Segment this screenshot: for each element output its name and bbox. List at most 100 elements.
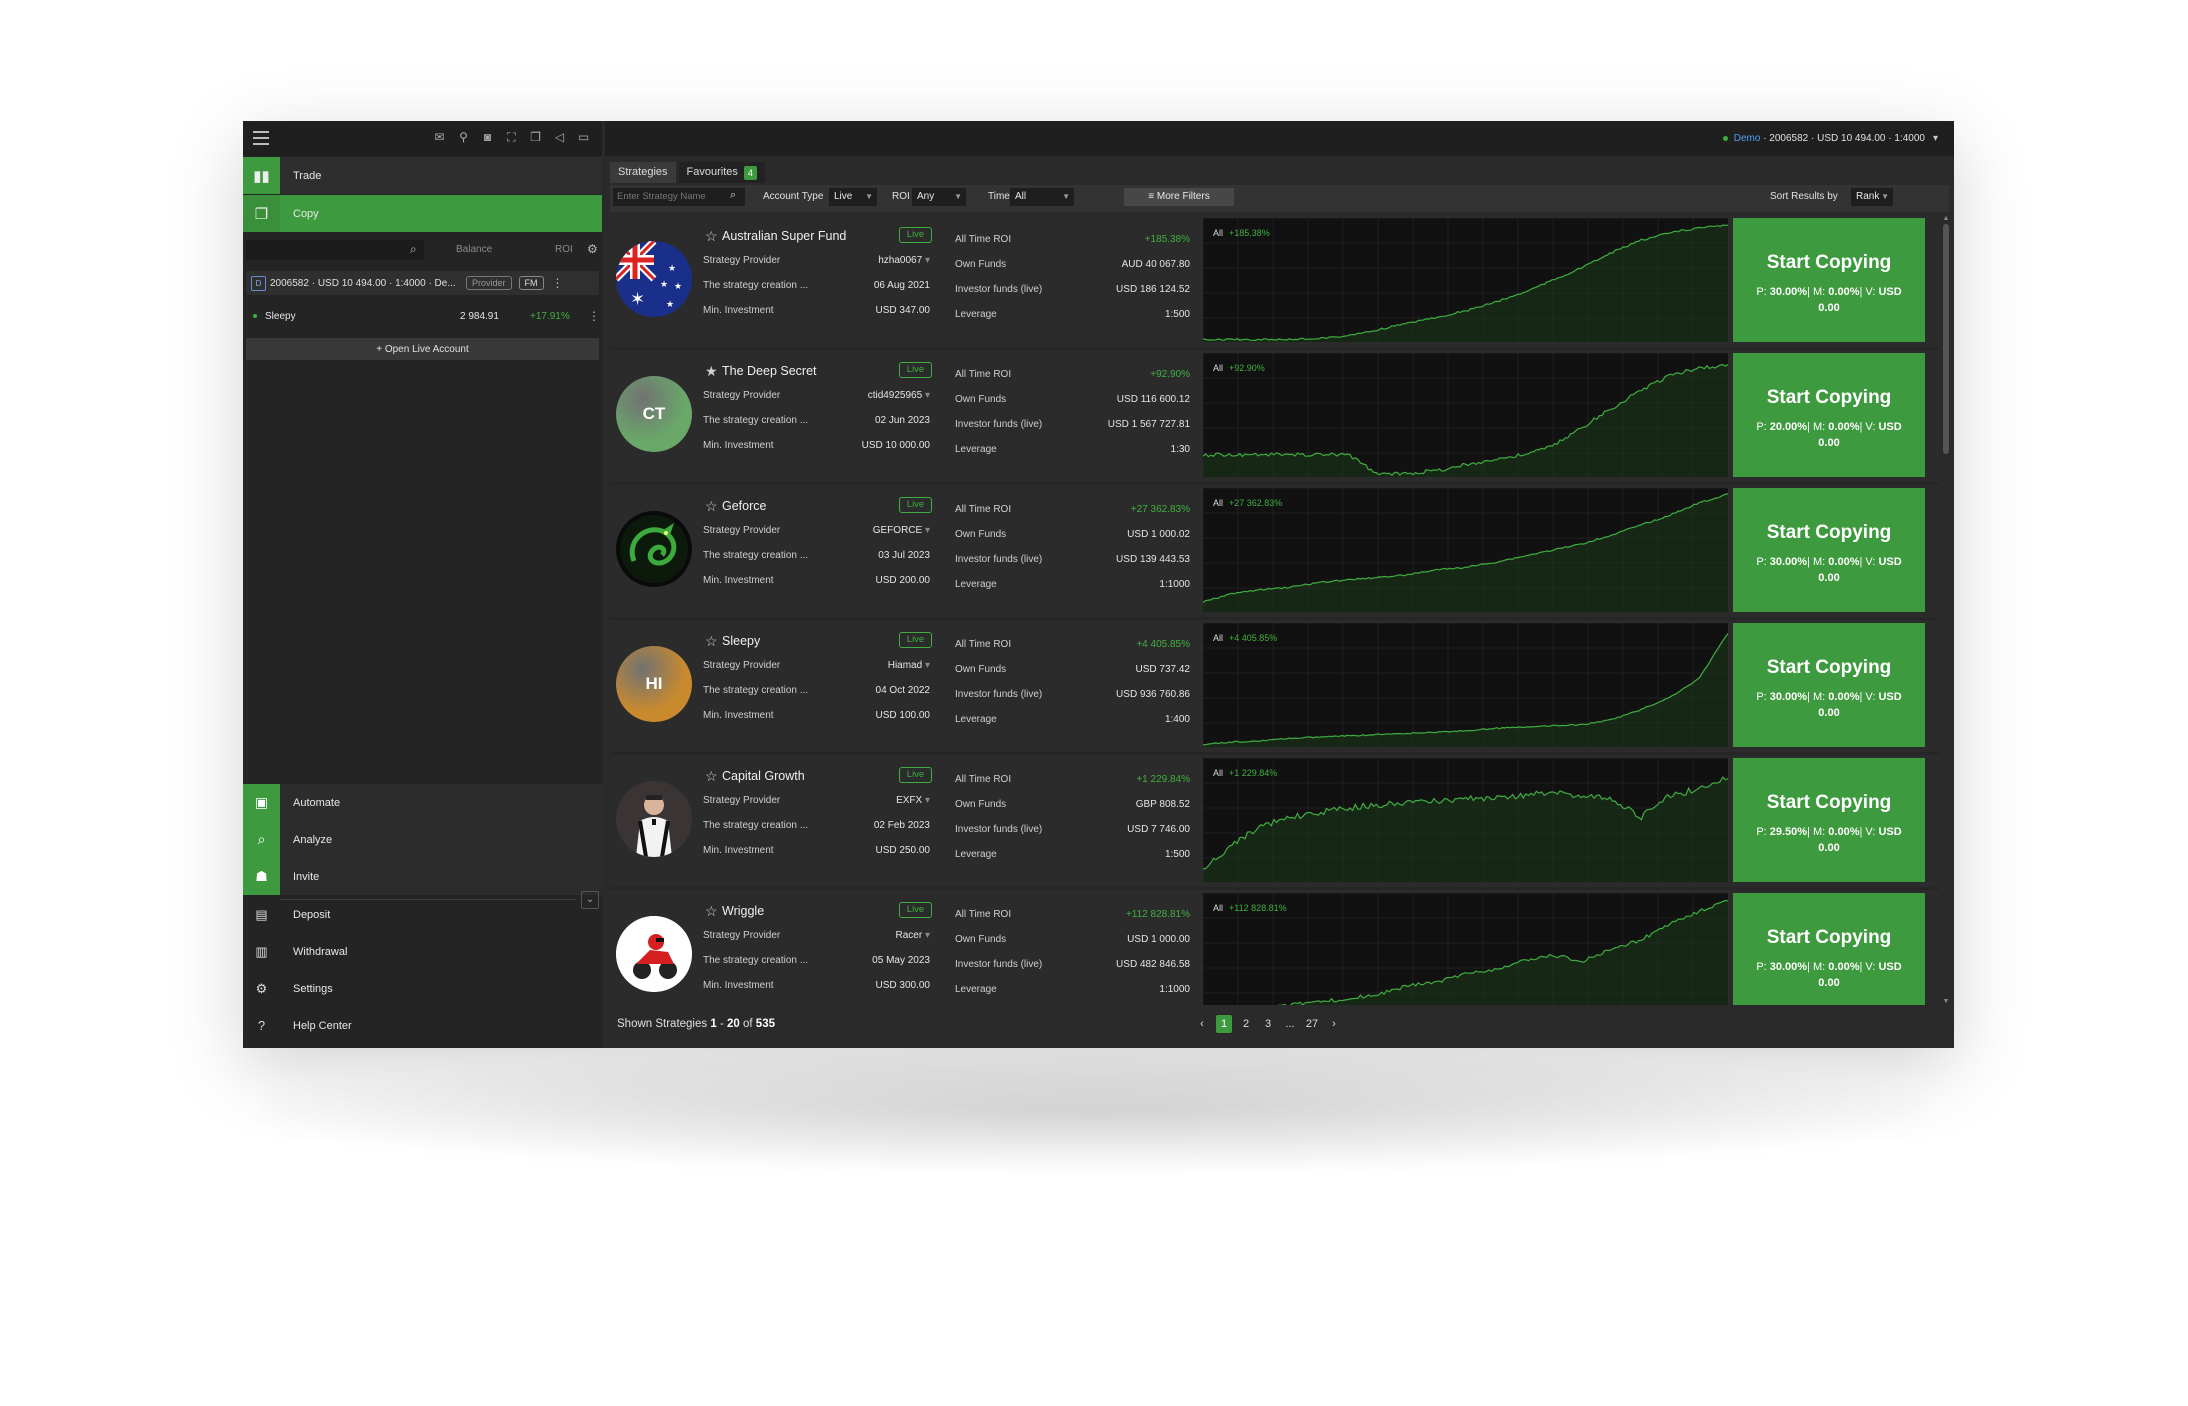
- strategy-card[interactable]: ✶ ★ ★ ★ ★ ☆ Australian Super Fund Live S…: [610, 215, 1939, 350]
- scrollbar[interactable]: ▲ ▼: [1942, 215, 1950, 1005]
- fm-button[interactable]: FM: [518, 276, 544, 290]
- strategy-name[interactable]: Capital Growth: [722, 769, 805, 783]
- time-select[interactable]: All ▼: [1010, 188, 1074, 206]
- gear-icon[interactable]: ⚙: [587, 242, 598, 256]
- nav-copy[interactable]: ❐ Copy: [243, 195, 602, 232]
- provider-value[interactable]: Racer ▾: [896, 930, 931, 941]
- strategy-card[interactable]: CT ★ The Deep Secret Live Strategy Provi…: [610, 350, 1939, 485]
- fullscreen-icon[interactable]: ⛶: [503, 130, 520, 145]
- nav-deposit-label: Deposit: [293, 908, 331, 921]
- language-icon[interactable]: ▭: [575, 130, 592, 145]
- provider-value[interactable]: GEFORCE ▾: [873, 525, 930, 536]
- roi-value: +4 405.85%: [1136, 639, 1190, 650]
- nav-deposit[interactable]: ▤ Deposit: [243, 896, 602, 933]
- strategy-name[interactable]: Geforce: [722, 499, 766, 513]
- scroll-up-icon[interactable]: ▲: [1942, 215, 1950, 222]
- start-copying-button[interactable]: Start Copying P: 29.50%| M: 0.00%| V: US…: [1733, 758, 1925, 882]
- equity-chart[interactable]: All +1 229.84%: [1202, 757, 1729, 882]
- page-3-button[interactable]: 3: [1260, 1015, 1276, 1033]
- scroll-down-icon[interactable]: ▼: [1942, 998, 1950, 1005]
- network-icon[interactable]: ⚲: [455, 130, 472, 145]
- page-27-button[interactable]: 27: [1304, 1015, 1320, 1033]
- sidebar-search-row: ⌕ Balance ROI ⚙: [246, 240, 598, 260]
- equity-chart[interactable]: All +185.38%: [1202, 217, 1729, 342]
- equity-chart[interactable]: All +92.90%: [1202, 352, 1729, 477]
- nav-withdrawal[interactable]: ▥ Withdrawal: [243, 933, 602, 970]
- page-2-button[interactable]: 2: [1238, 1015, 1254, 1033]
- chart-roi: +27 362.83%: [1229, 498, 1283, 508]
- provider-value[interactable]: ctid4925965 ▾: [868, 390, 930, 401]
- provider-name: GEFORCE: [872, 525, 923, 536]
- more-options-icon[interactable]: ⋮: [588, 309, 600, 323]
- strategy-name[interactable]: Australian Super Fund: [722, 229, 846, 243]
- nav-trade[interactable]: ▮▮ Trade: [243, 157, 602, 194]
- account-row[interactable]: D 2006582 · USD 10 494.00 · 1:4000 · De.…: [246, 271, 599, 295]
- nav-automate[interactable]: ▣ Automate: [243, 784, 602, 821]
- camera-icon[interactable]: ◙: [479, 130, 496, 145]
- start-copying-button[interactable]: Start Copying P: 30.00%| M: 0.00%| V: US…: [1733, 488, 1925, 612]
- strategy-card[interactable]: ☆ Wriggle Live Strategy Provider Racer ▾…: [610, 890, 1939, 1005]
- strategy-name[interactable]: The Deep Secret: [722, 364, 817, 378]
- sidebar-search-input[interactable]: [246, 240, 424, 260]
- page-1-button[interactable]: 1: [1216, 1015, 1232, 1033]
- strategy-name[interactable]: Wriggle: [722, 904, 764, 918]
- star-filled-icon[interactable]: ★: [705, 363, 718, 380]
- nav-automate-label: Automate: [293, 796, 341, 809]
- account-selector[interactable]: Demo · 2006582 · USD 10 494.00 · 1:4000 ▾: [1722, 133, 1938, 144]
- strategy-card[interactable]: ☆ Capital Growth Live Strategy Provider …: [610, 755, 1939, 890]
- star-outline-icon[interactable]: ☆: [705, 768, 718, 785]
- chevron-right-icon[interactable]: ›: [1326, 1015, 1342, 1033]
- svg-text:★: ★: [668, 264, 676, 274]
- nav-help-center[interactable]: ? Help Center: [243, 1007, 602, 1044]
- mail-icon[interactable]: ✉: [431, 130, 448, 145]
- star-outline-icon[interactable]: ☆: [705, 498, 718, 515]
- chevron-down-icon[interactable]: ⌄: [581, 891, 599, 909]
- balance-column-header[interactable]: Balance: [456, 244, 492, 255]
- copied-strategy-row[interactable]: Sleepy 2 984.91 +17.91% ⋮: [246, 307, 600, 327]
- strategy-name[interactable]: Sleepy: [722, 634, 760, 648]
- roi-select[interactable]: Any ▼: [912, 188, 966, 206]
- start-copying-button[interactable]: Start Copying P: 30.00%| M: 0.00%| V: US…: [1733, 218, 1925, 342]
- start-copying-button[interactable]: Start Copying P: 20.00%| M: 0.00%| V: US…: [1733, 353, 1925, 477]
- equity-chart[interactable]: All +27 362.83%: [1202, 487, 1729, 612]
- open-live-account-button[interactable]: + Open Live Account: [246, 338, 599, 360]
- nav-settings[interactable]: ⚙ Settings: [243, 970, 602, 1007]
- scrollbar-thumb[interactable]: [1943, 224, 1949, 454]
- tab-favourites[interactable]: Favourites 4: [678, 162, 765, 183]
- star-outline-icon[interactable]: ☆: [705, 228, 718, 245]
- sort-select[interactable]: Rank ▼: [1851, 188, 1893, 206]
- creation-row: The strategy creation ... 06 Aug 2021: [703, 280, 930, 294]
- provider-value[interactable]: EXFX ▾: [896, 795, 930, 806]
- investor-funds-row: Investor funds (live) USD 936 760.86: [955, 689, 1190, 703]
- provider-value[interactable]: Hiamad ▾: [888, 660, 930, 671]
- account-type-select[interactable]: Live ▼: [829, 188, 877, 206]
- more-filters-button[interactable]: ≡ More Filters: [1124, 188, 1234, 206]
- search-icon[interactable]: ⌕: [730, 189, 736, 202]
- tab-strategies[interactable]: Strategies: [610, 162, 676, 183]
- more-options-icon[interactable]: ⋮: [552, 276, 564, 290]
- equity-chart[interactable]: All +4 405.85%: [1202, 622, 1729, 747]
- chevron-left-icon[interactable]: ‹: [1194, 1015, 1210, 1033]
- strategy-card[interactable]: ☆ Geforce Live Strategy Provider GEFORCE…: [610, 485, 1939, 620]
- star-outline-icon[interactable]: ☆: [705, 633, 718, 650]
- provider-button[interactable]: Provider: [466, 276, 512, 290]
- strategy-card[interactable]: HI ☆ Sleepy Live Strategy Provider Hiama…: [610, 620, 1939, 755]
- start-copying-button[interactable]: Start Copying P: 30.00%| M: 0.00%| V: US…: [1733, 893, 1925, 1005]
- roi-column-header[interactable]: ROI: [555, 244, 573, 255]
- investor-funds-row: Investor funds (live) USD 482 846.58: [955, 959, 1190, 973]
- strategy-search-input[interactable]: Enter Strategy Name: [613, 188, 745, 206]
- start-copying-button[interactable]: Start Copying P: 30.00%| M: 0.00%| V: US…: [1733, 623, 1925, 747]
- star-outline-icon[interactable]: ☆: [705, 903, 718, 920]
- windows-icon[interactable]: ❐: [527, 130, 544, 145]
- own-funds-value: GBP 808.52: [1135, 799, 1190, 810]
- search-icon[interactable]: ⌕: [410, 242, 417, 257]
- nav-analyze[interactable]: ⌕ Analyze: [243, 821, 602, 858]
- equity-chart[interactable]: All +112 828.81%: [1202, 892, 1729, 1005]
- sound-icon[interactable]: ◁: [551, 130, 568, 145]
- provider-value[interactable]: hzha0067 ▾: [878, 255, 930, 266]
- hamburger-menu-icon[interactable]: [253, 131, 269, 145]
- live-badge: Live: [899, 767, 932, 783]
- fee-volume-currency: USD: [1878, 826, 1902, 838]
- nav-invite[interactable]: ☗ Invite: [243, 858, 602, 895]
- copy-icon: ❐: [243, 195, 280, 232]
